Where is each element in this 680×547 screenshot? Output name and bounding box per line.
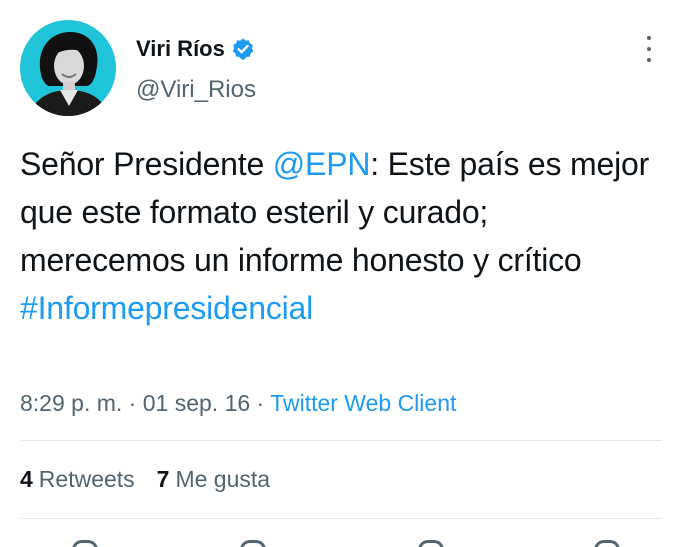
author-display-name[interactable]: Viri Ríos bbox=[136, 36, 225, 62]
author-handle[interactable]: @Viri_Rios bbox=[136, 76, 256, 104]
likes-stat[interactable]: 7 Me gusta bbox=[157, 466, 270, 493]
mention-link[interactable]: @EPN bbox=[273, 146, 371, 182]
tweet-text: Señor Presidente @EPN: Este país es mejo… bbox=[20, 140, 660, 332]
tweet-text-part: Señor Presidente bbox=[20, 146, 273, 182]
verified-badge-icon bbox=[231, 37, 255, 61]
more-dot bbox=[647, 36, 651, 40]
more-options-icon[interactable] bbox=[644, 36, 654, 62]
retweet-icon[interactable] bbox=[240, 540, 266, 547]
meta-separator: · bbox=[250, 390, 271, 416]
action-bar bbox=[0, 534, 680, 547]
author-name-row[interactable]: Viri Ríos bbox=[136, 34, 255, 64]
share-icon[interactable] bbox=[594, 540, 620, 547]
meta-separator: · bbox=[122, 390, 143, 416]
tweet-time[interactable]: 8:29 p. m. bbox=[20, 390, 122, 416]
tweet-meta: 8:29 p. m. · 01 sep. 16 · Twitter Web Cl… bbox=[20, 390, 456, 417]
likes-count: 7 bbox=[156, 466, 170, 492]
tweet-card: Viri Ríos @Viri_Rios Señor Presidente @E… bbox=[0, 0, 680, 547]
tweet-stats: 4 Retweets 7 Me gusta bbox=[20, 466, 270, 493]
reply-icon[interactable] bbox=[72, 540, 98, 547]
divider bbox=[20, 518, 662, 519]
like-icon[interactable] bbox=[418, 540, 444, 547]
hashtag-link[interactable]: #Informepresidencial bbox=[20, 290, 313, 326]
more-dot bbox=[647, 58, 651, 62]
retweets-stat[interactable]: 4 Retweets bbox=[20, 466, 135, 493]
likes-label: Me gusta bbox=[175, 466, 271, 492]
avatar[interactable] bbox=[20, 20, 116, 116]
more-dot bbox=[647, 47, 651, 51]
retweets-label: Retweets bbox=[38, 466, 135, 492]
retweets-count: 4 bbox=[20, 466, 33, 492]
divider bbox=[20, 440, 662, 441]
avatar-photo bbox=[20, 20, 116, 116]
tweet-date[interactable]: 01 sep. 16 bbox=[143, 390, 250, 416]
tweet-client-link[interactable]: Twitter Web Client bbox=[270, 390, 456, 416]
